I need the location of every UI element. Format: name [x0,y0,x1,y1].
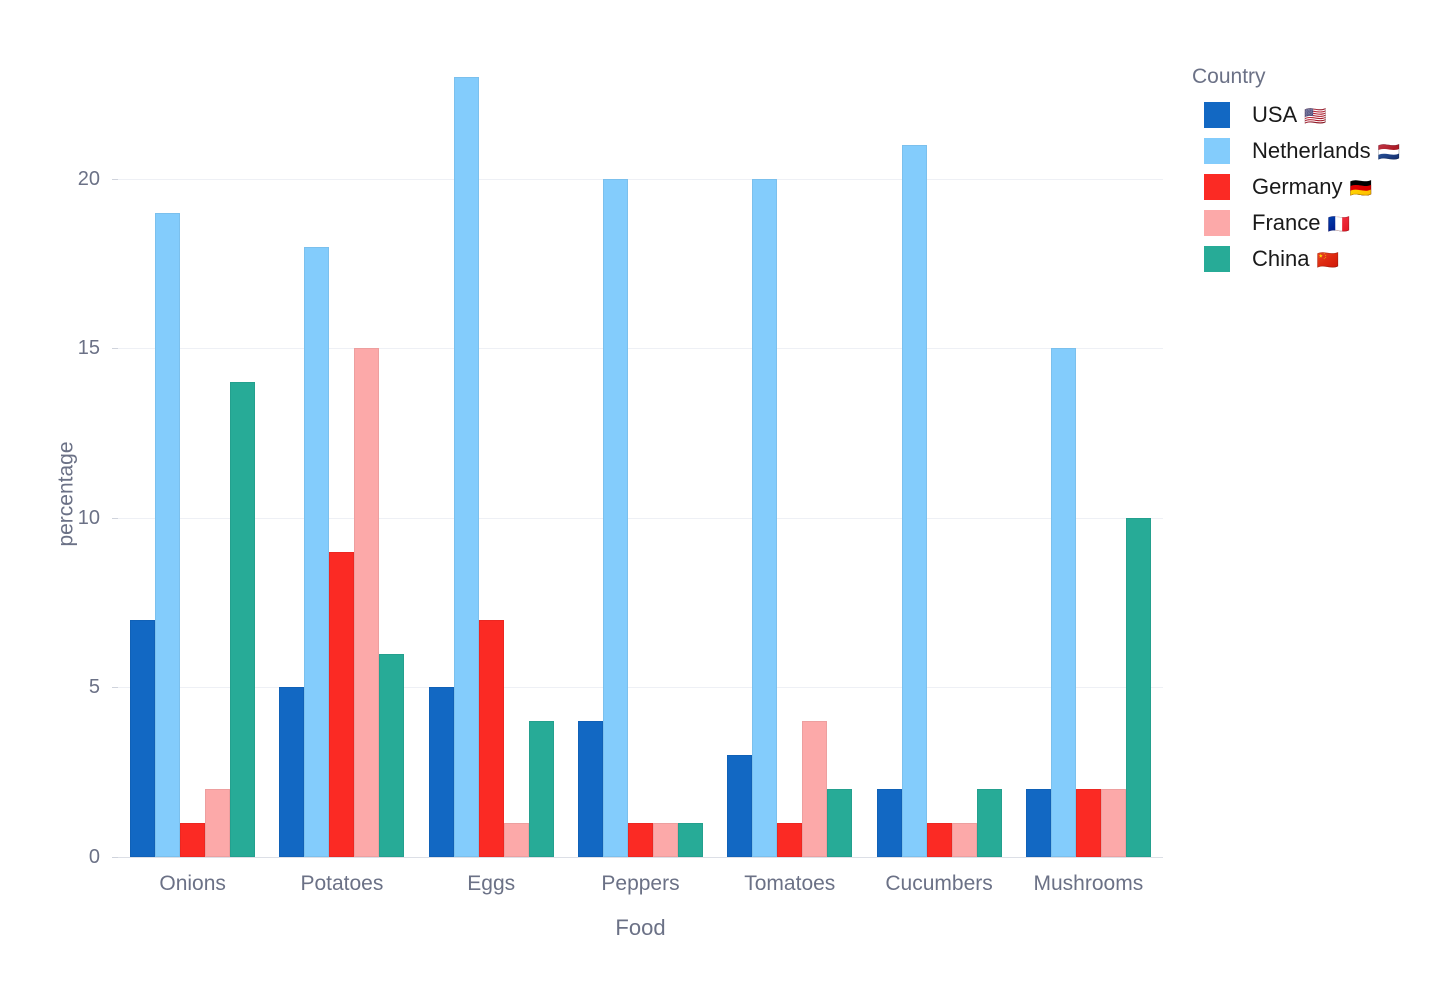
bar[interactable] [1050,348,1076,857]
bar[interactable] [130,619,156,857]
bar[interactable] [777,823,803,857]
bar[interactable] [180,823,206,857]
bar[interactable] [901,144,927,857]
y-tick-label: 20 [77,167,100,190]
bar[interactable] [230,382,256,857]
legend-item-germany[interactable]: Germany 🇩🇪 [1192,169,1442,205]
x-tick-label: Onions [159,872,226,895]
bar[interactable] [503,823,529,857]
bars-layer [118,0,1163,857]
bar[interactable] [1075,789,1101,857]
bar[interactable] [653,823,678,857]
x-tick-label: Tomatoes [744,872,836,895]
legend-item-label: China 🇨🇳 [1252,246,1339,272]
legend-item-label: France 🇫🇷 [1252,210,1350,236]
legend-item-label: Germany 🇩🇪 [1252,174,1372,200]
legend-item-netherlands[interactable]: Netherlands 🇳🇱 [1192,133,1442,169]
bar[interactable] [1125,517,1151,857]
bar[interactable] [453,76,479,857]
legend-swatch-icon [1204,102,1230,129]
bar[interactable] [827,789,853,857]
bar[interactable] [951,823,977,857]
bar[interactable] [678,823,703,857]
bar[interactable] [1025,789,1051,857]
bar[interactable] [428,687,454,857]
legend-swatch-icon [1204,174,1230,201]
legend-item-china[interactable]: China 🇨🇳 [1192,241,1442,277]
bar[interactable] [876,789,902,857]
legend-items: USA 🇺🇸 Netherlands 🇳🇱 Germany 🇩🇪 France 🇫🇷 China… [1192,97,1442,277]
flag-icon-france: 🇫🇷 [1327,214,1350,235]
bar[interactable] [528,721,554,857]
bar[interactable] [379,653,405,857]
flag-icon-netherlands: 🇳🇱 [1377,142,1401,163]
legend-item-label: USA 🇺🇸 [1252,102,1327,128]
y-axis-title: percentage [54,440,78,547]
bar[interactable] [329,551,355,857]
flag-icon-germany: 🇩🇪 [1349,178,1372,199]
legend-swatch-icon [1204,210,1230,237]
x-tick-label: Eggs [467,872,516,895]
flag-icon-china: 🇨🇳 [1316,250,1339,271]
bar[interactable] [478,619,504,857]
legend-swatch-icon [1204,246,1230,273]
bar[interactable] [727,755,753,857]
legend-title: Country [1192,65,1266,88]
bar[interactable] [578,721,603,857]
bar[interactable] [976,789,1002,857]
x-axis-line [118,857,1163,858]
x-tick-label: Cucumbers [885,872,993,895]
x-axis-title: Food [615,915,666,940]
bar[interactable] [802,721,828,857]
x-tick-label: Peppers [601,872,680,895]
bar[interactable] [279,687,305,857]
grouped-bar-chart: percentage 0 5 10 15 20 Onions Potatoes Eggs Pe… [0,0,1456,987]
x-tick-label: Mushrooms [1033,872,1144,895]
bar[interactable] [752,178,778,857]
legend-item-france[interactable]: France 🇫🇷 [1192,205,1442,241]
legend-item-label: Netherlands 🇳🇱 [1252,138,1401,164]
bar[interactable] [926,823,952,857]
bar[interactable] [205,789,231,857]
bar[interactable] [628,823,653,857]
legend-swatch-icon [1204,138,1230,165]
y-tick-label: 15 [77,337,100,360]
x-tick-label: Potatoes [300,872,384,895]
bar[interactable] [354,348,380,857]
bar[interactable] [155,212,181,857]
y-tick-label: 5 [88,676,100,699]
legend: Country USA 🇺🇸 Netherlands 🇳🇱 Germany 🇩🇪 Franc… [1192,64,1442,277]
legend-item-usa[interactable]: USA 🇺🇸 [1192,97,1442,133]
bar[interactable] [1100,789,1126,857]
y-tick-label: 0 [88,846,100,868]
y-tick-label: 10 [77,506,100,529]
bar[interactable] [603,178,628,857]
flag-icon-usa: 🇺🇸 [1304,106,1327,127]
bar[interactable] [304,246,330,857]
